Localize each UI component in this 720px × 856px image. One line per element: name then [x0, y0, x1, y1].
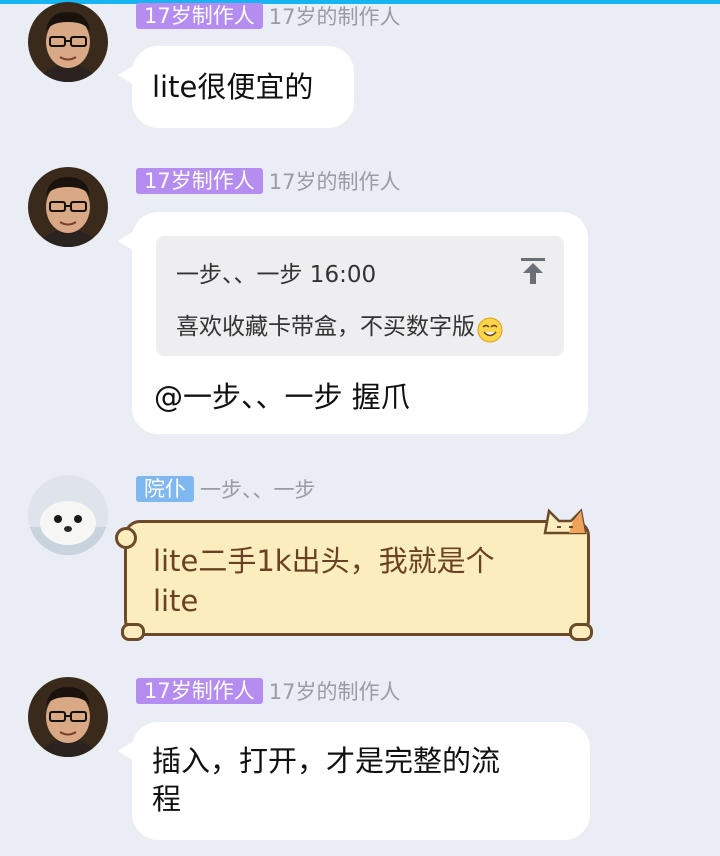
- quoted-reply[interactable]: 一步、、一步 16:00 喜欢收藏卡带盒，不买数字版: [156, 236, 564, 356]
- jump-to-top-icon[interactable]: [520, 256, 546, 294]
- sender-nickname[interactable]: 17岁的制作人: [269, 166, 401, 196]
- cat-bubble-tail: [115, 527, 137, 549]
- avatar[interactable]: [28, 475, 108, 555]
- message-bubble[interactable]: lite很便宜的: [118, 46, 354, 128]
- message-bubble[interactable]: 插入，打开，才是完整的流 程: [118, 722, 590, 840]
- message-text: lite很便宜的: [152, 70, 314, 104]
- message-text-line: lite二手1k出头，我就是个: [153, 544, 495, 578]
- bubble-tail: [118, 740, 136, 762]
- member-tag: 17岁制作人: [136, 168, 263, 194]
- message-bubble[interactable]: 一步、、一步 16:00 喜欢收藏卡带盒，不买数字版 @一步、、一步 握爪: [118, 212, 588, 434]
- sender-nickname[interactable]: 17岁的制作人: [269, 1, 401, 31]
- smile-emoji-icon: [477, 314, 503, 343]
- bubble-tail: [118, 230, 136, 252]
- cat-paw-left: [121, 623, 145, 641]
- bubble-tail: [118, 64, 136, 86]
- message-text: @一步、、一步 握爪: [154, 380, 410, 414]
- message-text-line: lite: [153, 584, 199, 618]
- message-text-line: 程: [152, 782, 182, 816]
- member-tag: 院仆: [136, 476, 194, 502]
- avatar[interactable]: [28, 677, 108, 757]
- message-text: lite二手1k出头，我就是个 lite: [153, 541, 573, 621]
- sender-meta: 院仆 一步、、一步: [136, 475, 316, 503]
- member-tag: 17岁制作人: [136, 3, 263, 29]
- quote-body: 喜欢收藏卡带盒，不买数字版: [176, 314, 475, 340]
- cat-paw-right: [569, 623, 593, 641]
- sender-nickname[interactable]: 一步、、一步: [200, 474, 316, 504]
- sender-meta: 17岁制作人 17岁的制作人: [136, 167, 400, 195]
- sender-meta: 17岁制作人 17岁的制作人: [136, 677, 400, 705]
- quote-body-row: 喜欢收藏卡带盒，不买数字版: [176, 308, 503, 346]
- member-tag: 17岁制作人: [136, 678, 263, 704]
- sender-nickname[interactable]: 17岁的制作人: [269, 676, 401, 706]
- message-text-line: 插入，打开，才是完整的流: [152, 744, 501, 778]
- cat-decoration-icon: [539, 505, 591, 539]
- quote-header: 一步、、一步 16:00: [176, 262, 377, 288]
- sender-meta: 17岁制作人 17岁的制作人: [136, 2, 400, 30]
- message-bubble[interactable]: lite二手1k出头，我就是个 lite: [115, 508, 593, 641]
- avatar[interactable]: [28, 2, 108, 82]
- message-text: 插入，打开，才是完整的流 程: [152, 742, 572, 818]
- avatar[interactable]: [28, 167, 108, 247]
